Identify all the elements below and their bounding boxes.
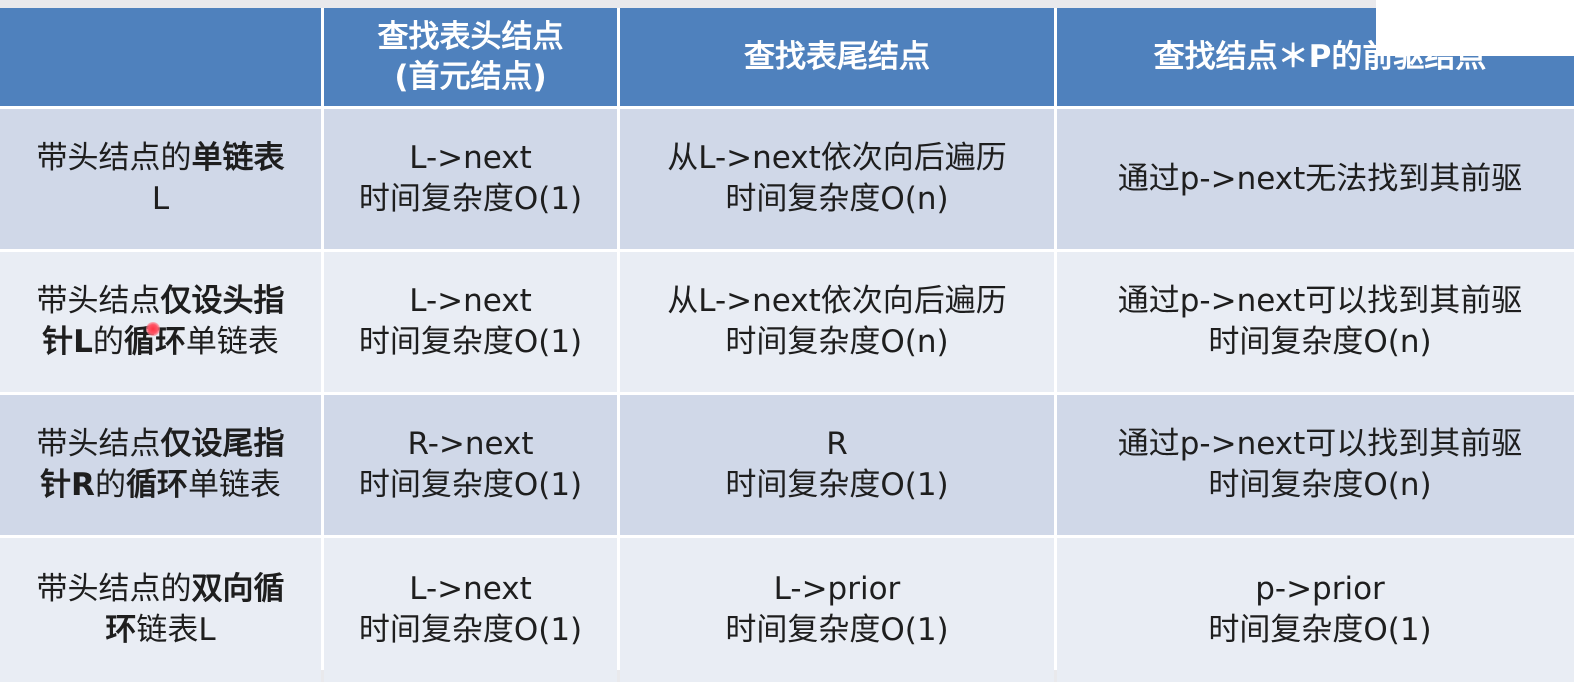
table-cell: L->next 时间复杂度O(1) xyxy=(324,538,617,682)
cell-line: 通过p->next可以找到其前驱 xyxy=(1117,426,1523,462)
table-cell: p->prior 时间复杂度O(1) xyxy=(1057,538,1574,682)
label-segment-bold: 环 xyxy=(105,612,137,648)
header-line: (首元结点) xyxy=(394,59,547,95)
cell-line: 从L->next依次向后遍历 xyxy=(667,140,1007,176)
cell-line: L->next xyxy=(409,571,532,607)
table-cell: 通过p->next可以找到其前驱 时间复杂度O(n) xyxy=(1057,395,1574,535)
cell-line: 时间复杂度O(1) xyxy=(358,324,583,360)
header-find-tail-node: 查找表尾结点 xyxy=(620,8,1054,106)
cell-line: 时间复杂度O(1) xyxy=(358,467,583,503)
label-segment-bold: 仅设头指 xyxy=(160,283,285,319)
label-segment: 带头结点的 xyxy=(36,140,192,176)
label-segment: 带头结点 xyxy=(36,283,161,319)
cell-line: 时间复杂度O(1) xyxy=(725,612,949,648)
label-segment: 的 xyxy=(94,467,126,503)
label-segment: 的 xyxy=(92,324,124,360)
row-label-line: 带头结点的单链表 xyxy=(37,138,285,179)
row-label-line: 针R的循环单链表 xyxy=(40,465,281,506)
label-segment: L xyxy=(151,181,170,217)
table-cell: R->next 时间复杂度O(1) xyxy=(324,395,617,535)
cell-line: p->prior xyxy=(1255,571,1385,607)
row-label-line: 带头结点仅设头指 xyxy=(37,281,285,322)
label-segment-bold: 单链表 xyxy=(191,140,285,176)
row-label-doubly-circular-list: 带头结点的双向循 环链表L xyxy=(0,538,321,682)
label-segment-bold: 仅设尾指 xyxy=(160,426,285,462)
table-cell: 从L->next依次向后遍历 时间复杂度O(n) xyxy=(620,109,1054,249)
cell-line: 时间复杂度O(n) xyxy=(725,181,949,217)
table-cell: 通过p->next可以找到其前驱 时间复杂度O(n) xyxy=(1057,252,1574,392)
label-segment-bold: 双向循 xyxy=(191,571,285,607)
cell-line: 时间复杂度O(1) xyxy=(725,467,949,503)
cell-line: 通过p->next无法找到其前驱 xyxy=(1117,160,1523,197)
label-segment: 带头结点的 xyxy=(36,571,192,607)
header-line: 查找表头结点 xyxy=(377,19,564,55)
cell-line: 时间复杂度O(n) xyxy=(1208,467,1432,503)
table-cell: R 时间复杂度O(1) xyxy=(620,395,1054,535)
row-label-line: L xyxy=(152,179,169,220)
row-label-line: 环链表L xyxy=(105,610,215,651)
cell-line: 时间复杂度O(1) xyxy=(358,181,583,217)
label-segment: 单链表 xyxy=(187,467,281,503)
table-cell: 通过p->next无法找到其前驱 xyxy=(1057,109,1574,249)
cell-line: R->next xyxy=(407,426,534,462)
table-cell: 从L->next依次向后遍历 时间复杂度O(n) xyxy=(620,252,1054,392)
label-segment: 单链表 xyxy=(185,324,279,360)
table-cell: L->next 时间复杂度O(1) xyxy=(324,252,617,392)
row-label-line: 带头结点的双向循 xyxy=(37,569,285,610)
label-segment-bold: 针R xyxy=(40,467,95,503)
cell-line: 时间复杂度O(1) xyxy=(1208,612,1432,648)
cell-line: 时间复杂度O(n) xyxy=(725,324,949,360)
row-label-singly-linked-list: 带头结点的单链表 L xyxy=(0,109,321,249)
header-line: 查找表尾结点 xyxy=(744,39,930,75)
header-empty-cell xyxy=(0,8,321,106)
header-find-head-node: 查找表头结点 (首元结点) xyxy=(324,8,617,106)
cell-line: L->next xyxy=(409,140,532,176)
cell-line: 从L->next依次向后遍历 xyxy=(667,283,1007,319)
row-label-circular-head-pointer: 带头结点仅设头指 针L的循环单链表 xyxy=(0,252,321,392)
cell-line: 时间复杂度O(1) xyxy=(358,612,583,648)
cell-line: L->prior xyxy=(773,571,901,607)
cell-line: 通过p->next可以找到其前驱 xyxy=(1117,283,1523,319)
cell-line: R xyxy=(826,426,848,462)
row-label-circular-tail-pointer: 带头结点仅设尾指 针R的循环单链表 xyxy=(0,395,321,535)
label-segment: 带头结点 xyxy=(36,426,161,462)
label-segment: 链表L xyxy=(136,612,216,648)
white-overlay-patch xyxy=(1376,0,1574,56)
label-segment-bold: 针L xyxy=(42,324,93,360)
label-segment-bold: 循环 xyxy=(125,467,188,503)
laser-pointer-dot xyxy=(146,322,160,336)
cell-line: L->next xyxy=(409,283,532,319)
comparison-table: 查找表头结点 (首元结点) 查找表尾结点 查找结点＊P的前驱结点 带头结点的单链… xyxy=(0,8,1574,682)
cell-line: 时间复杂度O(n) xyxy=(1208,324,1432,360)
row-label-line: 带头结点仅设尾指 xyxy=(37,424,285,465)
table-cell: L->prior 时间复杂度O(1) xyxy=(620,538,1054,682)
table-cell: L->next 时间复杂度O(1) xyxy=(324,109,617,249)
row-label-line: 针L的循环单链表 xyxy=(42,322,279,363)
